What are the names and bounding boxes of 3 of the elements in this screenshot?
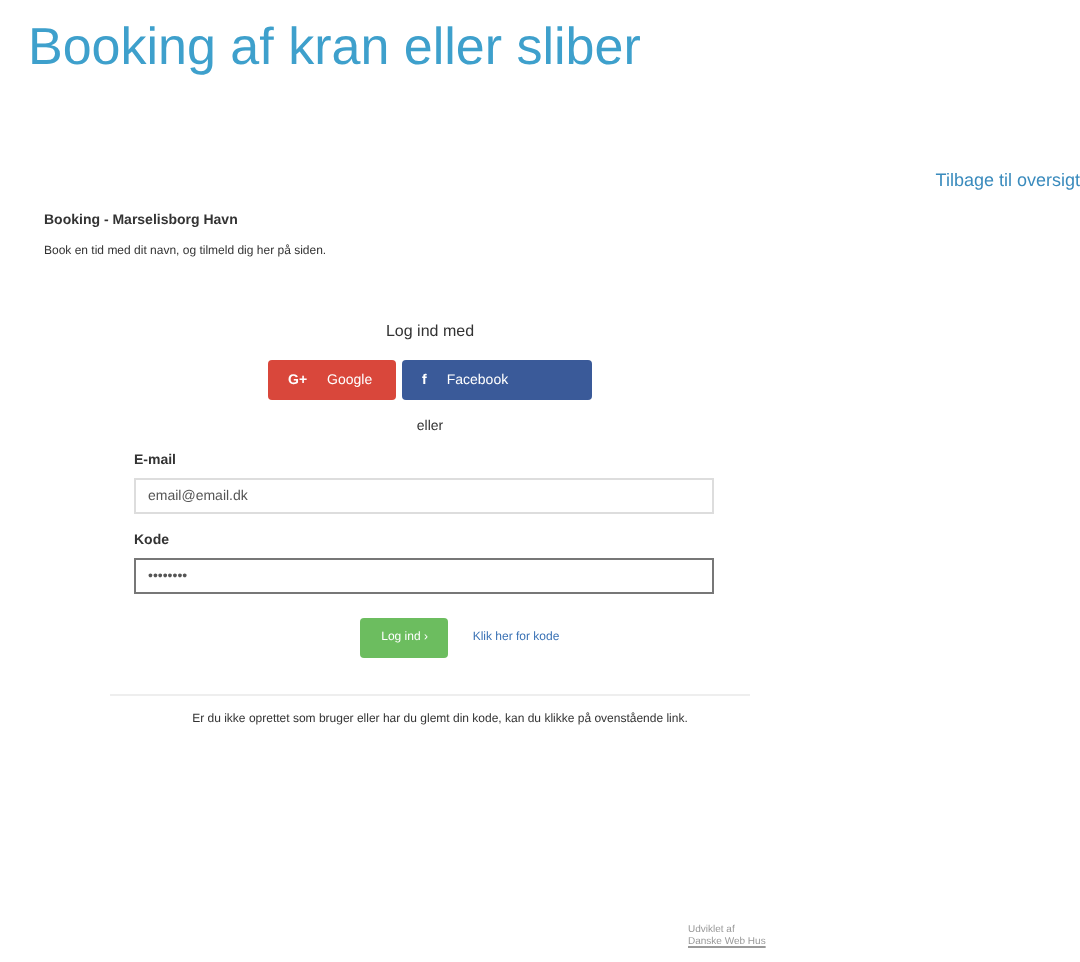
login-heading: Log ind med bbox=[385, 322, 475, 340]
page-title: Booking af kran eller sliber bbox=[26, 14, 643, 78]
back-link[interactable]: Tilbage til oversigt bbox=[935, 170, 1080, 190]
